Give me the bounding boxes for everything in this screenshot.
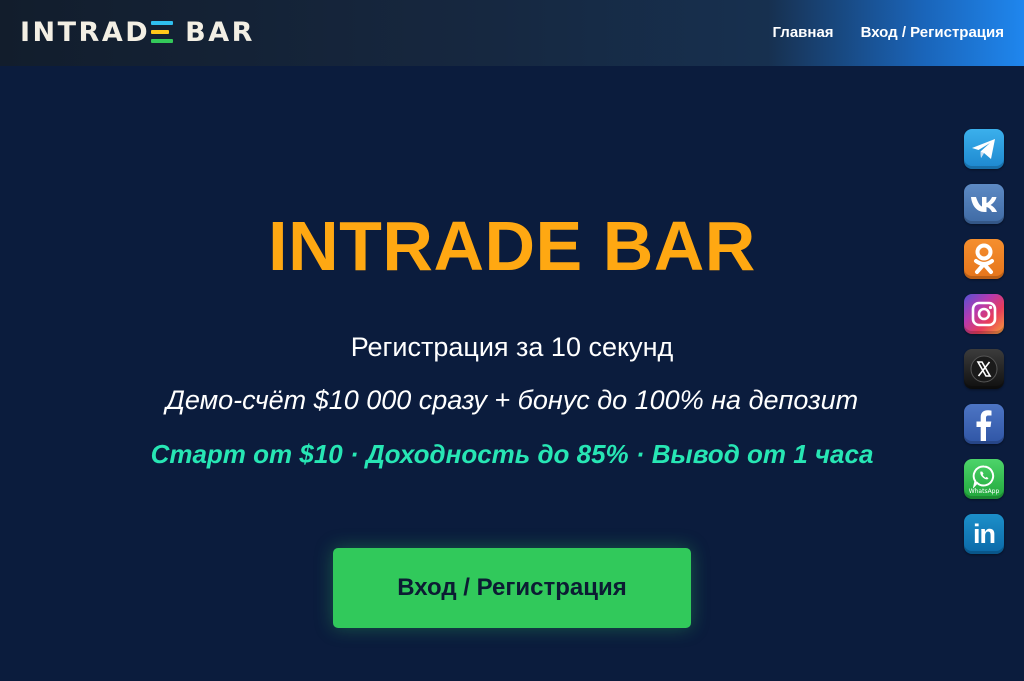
vk-icon[interactable] <box>964 184 1004 224</box>
logo[interactable]: INTRAD BAR <box>20 15 255 49</box>
login-register-button[interactable]: Вход / Регистрация <box>333 548 691 628</box>
hero-title: INTRADE BAR <box>268 207 756 285</box>
instagram-icon[interactable] <box>964 294 1004 334</box>
linkedin-icon-text: in <box>973 518 996 549</box>
logo-text-left: INTRAD <box>20 16 151 48</box>
hero-demo-offer: Демо-счёт $10 000 сразу + бонус до 100% … <box>165 385 859 415</box>
whatsapp-caption: WhatsApp <box>968 487 1000 495</box>
landing-page: INTRAD BAR Главная Вход / Регистрация IN… <box>0 0 1024 681</box>
whatsapp-icon[interactable]: WhatsApp <box>964 459 1004 499</box>
linkedin-icon[interactable]: in <box>964 514 1004 554</box>
x-icon[interactable] <box>964 349 1004 389</box>
logo-e-mark-icon <box>151 21 174 43</box>
main-nav: Главная Вход / Регистрация <box>773 24 1004 42</box>
logo-text-right: BAR <box>185 16 255 48</box>
nav-login-register-link[interactable]: Вход / Регистрация <box>861 24 1004 42</box>
hero-subtitle: Регистрация за 10 секунд <box>350 332 674 362</box>
telegram-icon[interactable] <box>964 129 1004 169</box>
site-header: INTRAD BAR Главная Вход / Регистрация <box>0 0 1024 66</box>
facebook-icon[interactable] <box>964 404 1004 444</box>
odnoklassniki-icon[interactable] <box>964 239 1004 279</box>
nav-home-link[interactable]: Главная <box>773 24 834 42</box>
hero-features: Старт от $10 · Доходность до 85% · Вывод… <box>150 439 874 469</box>
